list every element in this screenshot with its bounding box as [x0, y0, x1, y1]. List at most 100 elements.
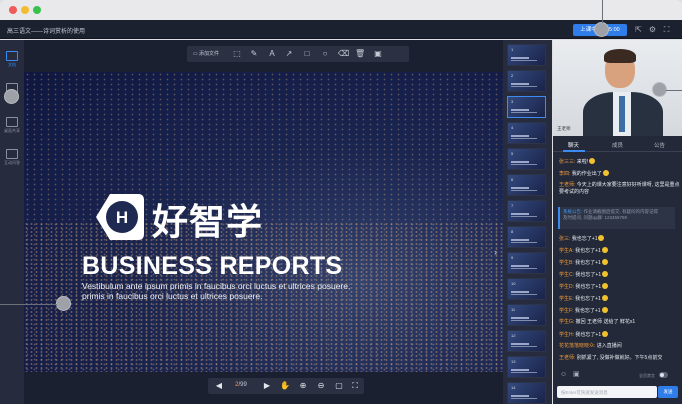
- emoji-picker-icon[interactable]: ☺: [560, 371, 568, 379]
- thumbnail-number: 11: [511, 307, 516, 312]
- arrow-icon[interactable]: ↗: [284, 49, 294, 59]
- sidebar-item-document[interactable]: 文档: [0, 48, 24, 74]
- chat-message: 王老师: 别抓紧了, 没做补做就好。下午5点前交: [559, 355, 663, 361]
- mute-all-toggle[interactable]: [659, 372, 668, 378]
- screen-share-icon: [6, 117, 18, 127]
- chat-message: 学生E: 我也忘了+1: [559, 295, 608, 303]
- prev-icon[interactable]: ◀: [214, 381, 224, 391]
- fit-icon[interactable]: ▢: [334, 381, 344, 391]
- eraser-icon[interactable]: ⌫: [338, 49, 349, 59]
- chat-message: 学生D: 我也忘了+1: [559, 283, 609, 291]
- save-icon[interactable]: ▣: [373, 49, 383, 59]
- thumbnail-number: 1: [511, 47, 514, 52]
- sidebar-item-qa[interactable]: 互动问答: [0, 146, 24, 172]
- annotation-line: [602, 0, 603, 23]
- gear-icon[interactable]: ⚙: [648, 25, 657, 34]
- chat-footer: ☺ ▣ 全员禁言 发送: [553, 368, 682, 404]
- trash-icon[interactable]: 🗑: [355, 49, 365, 59]
- sidebar-item-label: 文档: [8, 62, 16, 67]
- emoji-icon: [602, 170, 609, 176]
- slide-body: Vestibulum ante ipsum primis in faucibus…: [82, 281, 382, 301]
- video-name-label: 王老师: [557, 126, 571, 131]
- thumbnail-item[interactable]: 1: [507, 44, 546, 66]
- share-icon[interactable]: ⇱: [634, 25, 643, 34]
- maximize-window-button[interactable]: [33, 6, 41, 14]
- folder-icon: ▭: [192, 51, 198, 57]
- thumbnail-number: 6: [511, 177, 514, 182]
- annotation-marker: [594, 22, 609, 37]
- notice-line: 及时提问, 问题qq群: 123456789: [563, 215, 628, 220]
- presentation-slide: H 好智学 BUSINESS REPORTS Vestibulum ante i…: [24, 72, 503, 372]
- chat-message: 学生C: 我也忘了+1: [559, 271, 609, 279]
- logo-letter: H: [116, 208, 128, 227]
- thumbnail-item[interactable]: 2: [507, 70, 546, 92]
- thumbnail-number: 7: [511, 203, 514, 208]
- thumbnail-number: 3: [511, 99, 514, 104]
- emoji-icon: [602, 271, 609, 277]
- page-controls: ◀ 2/99 ▶ ✋ ⊕ ⊖ ▢ ⛶: [208, 378, 364, 394]
- minimize-window-button[interactable]: [21, 6, 29, 14]
- sidebar-item-label: 桌面共享: [4, 128, 20, 133]
- chevron-right-icon[interactable]: ›: [494, 247, 503, 261]
- qa-icon: [6, 149, 18, 159]
- next-icon[interactable]: ▶: [262, 381, 272, 391]
- add-file-button[interactable]: ▭ 添加文件: [191, 49, 221, 59]
- page-indicator: 2/99: [230, 382, 252, 388]
- thumbnail-item[interactable]: 5: [507, 148, 546, 170]
- thumbnail-item[interactable]: 13: [507, 356, 546, 378]
- rectangle-icon[interactable]: □: [302, 49, 312, 59]
- chat-message: 学生G: 撤回 王老师 送给了 鲜花x1: [559, 319, 636, 325]
- drawing-toolbar: ▭ 添加文件 ⬚ ✎ A ↗ □ ○ ⌫ 🗑 ▣: [187, 46, 409, 62]
- close-window-button[interactable]: [9, 6, 17, 14]
- chat-input[interactable]: [557, 386, 657, 398]
- emoji-icon: [589, 158, 596, 164]
- thumbnail-number: 4: [511, 125, 514, 130]
- emoji-icon: [601, 307, 608, 313]
- expand-icon[interactable]: ⛶: [350, 381, 360, 391]
- thumbnail-number: 12: [511, 333, 516, 338]
- thumbnail-item[interactable]: 14: [507, 382, 546, 404]
- thumbnail-item[interactable]: 3: [507, 96, 546, 118]
- sidebar-item-screen-share[interactable]: 桌面共享: [0, 114, 24, 140]
- thumbnail-number: 13: [511, 359, 516, 364]
- thumbnail-item[interactable]: 10: [507, 278, 546, 300]
- zoom-out-icon[interactable]: ⊖: [316, 381, 326, 391]
- emoji-icon: [601, 259, 608, 265]
- fullscreen-icon[interactable]: ⛶: [662, 25, 671, 34]
- tab-notice[interactable]: 公告: [654, 141, 665, 149]
- chat-message: 王老师: 今天上的课大家要注意好好听课呀, 这里是重点: [559, 182, 680, 188]
- lesson-title: 高三语文——诗词赏析的使用: [7, 29, 86, 35]
- thumbnail-item[interactable]: 7: [507, 200, 546, 222]
- circle-icon[interactable]: ○: [320, 49, 330, 59]
- thumbnail-item[interactable]: 11: [507, 304, 546, 326]
- select-icon[interactable]: ⬚: [232, 49, 242, 59]
- app-header: 高三语文——诗词赏析的使用 上课中 00:35:00 ⇱ ⚙ ⛶: [0, 20, 682, 39]
- image-upload-icon[interactable]: ▣: [573, 371, 581, 379]
- chat-message: 张三: 我也忘了+1: [559, 235, 605, 243]
- hand-icon[interactable]: ✋: [280, 381, 290, 391]
- pen-icon[interactable]: ✎: [249, 49, 259, 59]
- thumbnail-item[interactable]: 4: [507, 122, 546, 144]
- brand-text: 好智学: [152, 202, 264, 243]
- tab-members[interactable]: 成员: [612, 141, 623, 149]
- slide-body-line: Vestibulum ante ipsum primis in faucibus…: [82, 281, 351, 291]
- mute-all-label: 全员禁言: [639, 373, 655, 378]
- thumbnail-item[interactable]: 12: [507, 330, 546, 352]
- chat-panel: 聊天 成员 公告 张三三: 来啦! 李四: 我的作业出了 王老师: 今天上的课大…: [553, 136, 682, 404]
- document-icon: [6, 51, 18, 61]
- send-button[interactable]: 发送: [658, 386, 678, 398]
- notice-line: 作业请截图后提交, 有疑问的内容记得: [583, 209, 659, 214]
- tab-chat[interactable]: 聊天: [568, 141, 579, 149]
- thumbnail-number: 5: [511, 151, 514, 156]
- emoji-icon: [598, 235, 605, 241]
- chat-message: 学生A: 我也忘了+1: [559, 247, 608, 255]
- emoji-icon: [602, 283, 609, 289]
- zoom-in-icon[interactable]: ⊕: [298, 381, 308, 391]
- thumbnail-number: 10: [511, 281, 516, 286]
- text-icon[interactable]: A: [267, 49, 277, 59]
- thumbnail-item[interactable]: 9: [507, 252, 546, 274]
- thumbnail-item[interactable]: 6: [507, 174, 546, 196]
- add-file-label: 添加文件: [199, 51, 220, 57]
- slide-thumbnails: 1 2 3 4 5 6 7 8 9 10 11 12 13 14: [503, 40, 552, 404]
- thumbnail-item[interactable]: 8: [507, 226, 546, 248]
